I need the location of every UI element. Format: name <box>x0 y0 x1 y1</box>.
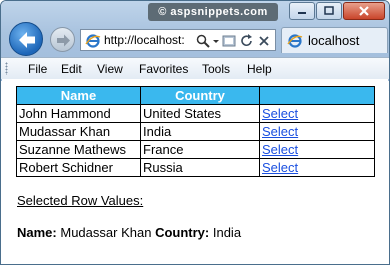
window-controls <box>288 2 385 20</box>
refresh-icon[interactable] <box>239 33 255 49</box>
dropdown-arrow-icon[interactable] <box>212 33 220 49</box>
select-link[interactable]: Select <box>262 160 298 175</box>
compatibility-view-icon[interactable] <box>221 33 237 49</box>
menu-edit[interactable]: Edit <box>61 59 82 79</box>
header-action <box>259 86 375 105</box>
back-arrow-icon <box>19 32 35 48</box>
close-icon <box>359 6 369 16</box>
watermark: © aspsnippets.com <box>148 3 278 21</box>
address-url: http://localhost: <box>104 33 185 47</box>
select-link[interactable]: Select <box>262 142 298 157</box>
name-value: Mudassar Khan <box>60 225 152 240</box>
cell-name: Mudassar Khan <box>16 122 141 141</box>
table-row: John Hammond United States Select <box>16 104 375 123</box>
cell-country: United States <box>140 104 260 123</box>
menu-favorites[interactable]: Favorites <box>139 59 188 79</box>
cell-action: Select <box>259 122 375 141</box>
ie-tab-icon <box>287 34 303 48</box>
grid-header-row: Name Country <box>16 86 375 105</box>
select-link[interactable]: Select <box>262 124 298 139</box>
maximize-button[interactable] <box>316 2 342 20</box>
close-button[interactable] <box>343 2 385 20</box>
tab-localhost[interactable]: localhost <box>281 27 388 53</box>
name-label: Name: <box>17 225 57 240</box>
menu-file[interactable]: File <box>28 59 47 79</box>
menu-grip-icon <box>5 62 8 75</box>
browser-frame: © aspsnippets.com http://localhost: loca… <box>1 1 389 81</box>
cell-action: Select <box>259 158 375 177</box>
maximize-icon <box>324 6 334 15</box>
menu-help[interactable]: Help <box>247 59 272 79</box>
cell-country: Russia <box>140 158 260 177</box>
table-row: Robert Schidner Russia Select <box>16 158 375 177</box>
select-link[interactable]: Select <box>262 106 298 121</box>
table-row: Mudassar Khan India Select <box>16 122 375 141</box>
page-content: Name Country John Hammond United States … <box>2 79 388 264</box>
tab-label: localhost <box>308 33 360 48</box>
menu-tools[interactable]: Tools <box>202 59 230 79</box>
cell-action: Select <box>259 104 375 123</box>
cell-action: Select <box>259 140 375 159</box>
selected-row-heading: Selected Row Values: <box>17 193 144 208</box>
menu-view[interactable]: View <box>97 59 123 79</box>
country-label: Country: <box>155 225 210 240</box>
ie-page-icon <box>85 34 101 48</box>
back-button[interactable] <box>9 22 43 56</box>
cell-country: France <box>140 140 260 159</box>
country-value: India <box>212 225 242 240</box>
header-name: Name <box>16 86 141 105</box>
selected-row-values: Name: Mudassar Khan Country: India <box>17 225 241 240</box>
menu-bar: File Edit View Favorites Tools Help <box>1 57 389 79</box>
header-country: Country <box>140 86 260 105</box>
customers-grid: Name Country John Hammond United States … <box>16 86 375 177</box>
minimize-icon <box>298 12 306 14</box>
browser-window: © aspsnippets.com http://localhost: loca… <box>0 0 390 265</box>
table-row: Suzanne Mathews France Select <box>16 140 375 159</box>
forward-button[interactable] <box>50 27 75 52</box>
forward-arrow-icon <box>57 34 70 47</box>
stop-icon[interactable] <box>257 33 271 49</box>
cell-country: India <box>140 122 260 141</box>
cell-name: Suzanne Mathews <box>16 140 141 159</box>
search-icon[interactable] <box>195 33 211 49</box>
address-bar[interactable]: http://localhost: <box>80 29 276 51</box>
minimize-button[interactable] <box>289 2 315 20</box>
cell-name: Robert Schidner <box>16 158 141 177</box>
cell-name: John Hammond <box>16 104 141 123</box>
